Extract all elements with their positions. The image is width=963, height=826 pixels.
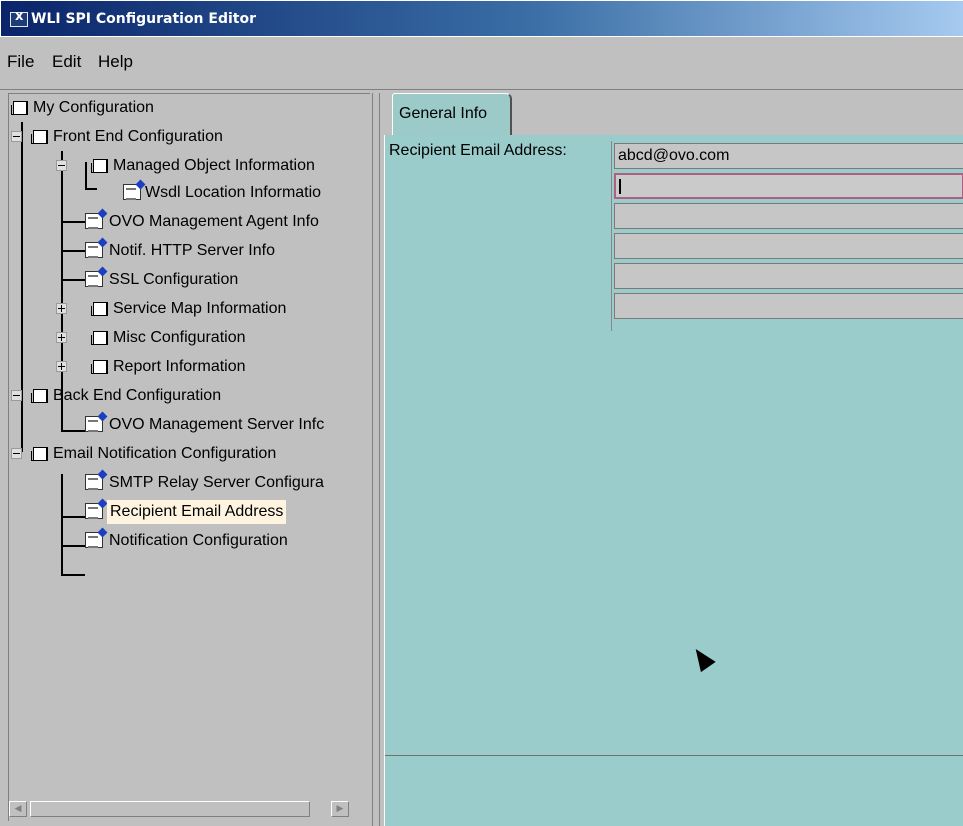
tree-node-label: OVO Management Agent Info (109, 213, 319, 230)
tree-node-label: Recipient Email Address (107, 500, 287, 524)
menu-bar: File Edit Help (0, 37, 963, 90)
panel-divider (385, 755, 963, 756)
pane-splitter[interactable] (370, 93, 384, 826)
recipient-email-field[interactable] (614, 173, 963, 199)
tree-node-label: SSL Configuration (109, 271, 239, 288)
tree-node-label: Wsdl Location Informatio (145, 184, 322, 201)
collapse-icon[interactable] (11, 448, 22, 459)
tree-node-label: Managed Object Information (113, 157, 315, 174)
menu-edit[interactable]: Edit (52, 52, 81, 72)
tree-node-label: Email Notification Configuration (53, 445, 277, 462)
expand-icon[interactable] (56, 332, 67, 343)
splitter-grip[interactable] (372, 93, 380, 826)
folder-icon (91, 331, 108, 345)
mouse-pointer-icon (688, 643, 716, 673)
folder-icon (11, 101, 28, 115)
configuration-tree-pane: My Configuration Front End Configuration… (8, 93, 371, 821)
scroll-left-button[interactable]: ◀ (9, 801, 27, 817)
folder-icon (91, 302, 108, 316)
tree-node-label: OVO Management Server Infc (109, 416, 325, 433)
tree-node-label: Service Map Information (113, 300, 287, 317)
configuration-tree: My Configuration Front End Configuration… (9, 94, 371, 794)
collapse-icon[interactable] (11, 131, 22, 142)
window-title: WLI SPI Configuration Editor (31, 11, 256, 27)
collapse-icon[interactable] (56, 160, 67, 171)
folder-icon (31, 130, 48, 144)
details-pane: General Info Recipient Email Address: ab… (384, 93, 963, 826)
recipient-email-label: Recipient Email Address: (389, 142, 567, 159)
title-bar[interactable]: WLI SPI Configuration Editor (0, 0, 963, 37)
tree-node-label: Front End Configuration (53, 128, 223, 145)
tree-node-label: Back End Configuration (53, 387, 222, 404)
config-page-icon (123, 184, 141, 200)
config-page-icon (85, 213, 103, 229)
scroll-right-button[interactable]: ▶ (331, 801, 349, 817)
tree-node-label: My Configuration (33, 99, 154, 116)
tab-label: General Info (399, 105, 488, 122)
recipient-email-field[interactable] (614, 233, 963, 259)
tree-node-label: Notification Configuration (109, 532, 288, 549)
app-icon (10, 9, 28, 27)
expand-icon[interactable] (56, 361, 67, 372)
recipient-email-field[interactable]: abcd@ovo.com (614, 143, 963, 169)
recipient-email-list: abcd@ovo.com (611, 141, 963, 331)
tree-node-label: Report Information (113, 358, 246, 375)
expand-icon[interactable] (56, 303, 67, 314)
menu-help[interactable]: Help (98, 52, 133, 72)
tree-node-label: SMTP Relay Server Configura (109, 474, 324, 491)
menu-file[interactable]: File (7, 52, 34, 72)
tree-node-label: Notif. HTTP Server Info (109, 242, 275, 259)
recipient-email-field[interactable] (614, 293, 963, 319)
config-page-icon (85, 242, 103, 258)
folder-icon (31, 389, 48, 403)
config-page-icon (85, 503, 103, 519)
folder-icon (91, 159, 108, 173)
tree-horizontal-scrollbar[interactable]: ◀ ▶ (9, 799, 371, 821)
general-info-panel: Recipient Email Address: abcd@ovo.com (384, 135, 963, 826)
config-page-icon (85, 474, 103, 490)
scroll-thumb[interactable] (30, 801, 310, 817)
tab-general-info[interactable]: General Info (392, 93, 512, 135)
config-page-icon (85, 416, 103, 432)
recipient-email-field[interactable] (614, 263, 963, 289)
folder-icon (91, 360, 108, 374)
config-page-icon (85, 271, 103, 287)
tree-node-label: Misc Configuration (113, 329, 246, 346)
folder-icon (31, 447, 48, 461)
collapse-icon[interactable] (11, 390, 22, 401)
recipient-email-field[interactable] (614, 203, 963, 229)
config-page-icon (85, 532, 103, 548)
